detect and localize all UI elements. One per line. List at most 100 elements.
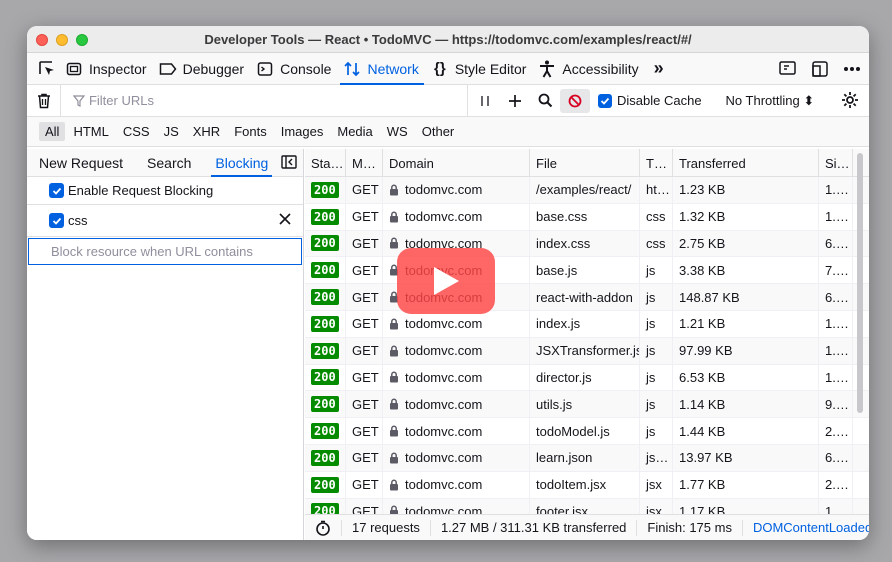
tab-debugger[interactable]: Debugger (156, 53, 254, 85)
file-cell: learn.json (530, 444, 640, 471)
throttling-select[interactable]: No Throttling ⬍ (726, 93, 815, 109)
checkbox-checked-icon[interactable] (49, 213, 64, 228)
enable-request-blocking-toggle[interactable]: Enable Request Blocking (27, 177, 303, 205)
responsive-design-icon (779, 61, 796, 75)
column-type[interactable]: T… (640, 149, 673, 177)
status-badge: 200 (311, 262, 339, 279)
transferred-cell: 3.38 KB (673, 257, 819, 284)
table-row[interactable]: 200 GET todomvc.com JSXTransformer.js js 97.9… (305, 337, 869, 365)
request-blocking-button[interactable] (560, 88, 590, 113)
search-button[interactable] (530, 89, 560, 113)
type-cell: ht… (640, 177, 673, 203)
type-filter-xhr[interactable]: XHR (187, 122, 226, 141)
type-filter-images[interactable]: Images (275, 122, 330, 141)
type-filter-other[interactable]: Other (416, 122, 461, 141)
type-filter-html[interactable]: HTML (67, 122, 114, 141)
tab-network[interactable]: Network (340, 53, 427, 85)
responsive-design-button[interactable] (777, 58, 799, 80)
filter-icon (73, 94, 85, 107)
type-filter-media[interactable]: Media (331, 122, 378, 141)
transferred-cell: 1.77 KB (673, 471, 819, 498)
column-status[interactable]: Sta… (305, 149, 346, 177)
size-cell: 2.… (819, 418, 853, 444)
tab-inspector[interactable]: Inspector (62, 53, 156, 85)
table-row[interactable]: 200 GET todomvc.com utils.js js 1.14 KB 9.… (305, 391, 869, 419)
network-settings-button[interactable] (841, 91, 859, 112)
tab-console[interactable]: Console (253, 53, 340, 85)
table-row[interactable]: 200GETtodomvc.combase.jsjs3.38 KB7.… (305, 257, 869, 285)
debugger-icon (159, 60, 177, 78)
domain-text: todomvc.com (405, 503, 483, 514)
remove-rule-button[interactable] (279, 213, 291, 228)
filter-urls-field[interactable] (61, 84, 468, 117)
element-picker-button[interactable] (34, 53, 60, 85)
table-row[interactable]: 200 GET todomvc.com todoItem.jsx jsx 1.77 KB 2… (305, 471, 869, 499)
type-filter-all[interactable]: All (39, 122, 66, 141)
request-blocking-panel: New Request Search Blocking Enable Reque… (27, 149, 304, 540)
table-row[interactable]: 200GETtodomvc.comreact-with-addonjs148.8… (305, 284, 869, 311)
column-file[interactable]: File (530, 149, 640, 177)
table-row[interactable]: 200 GET todomvc.com footer.jsx jsx 1.17 KB 1.… (305, 498, 869, 514)
type-filter-js[interactable]: JS (158, 122, 185, 141)
request-count: 17 requests (342, 519, 431, 536)
tab-new-request[interactable]: New Request (39, 149, 123, 177)
more-horizontal-icon (844, 67, 860, 71)
type-filter-fonts[interactable]: Fonts (228, 122, 273, 141)
table-row[interactable]: 200 GET todomvc.com index.css css 2.75 KB 6.… (305, 230, 869, 258)
collapse-panel-button[interactable] (281, 155, 297, 172)
table-row[interactable]: 200 GET todomvc.com/examples/react/ht… 1.23… (305, 177, 869, 204)
new-request-button[interactable] (500, 89, 530, 113)
column-domain[interactable]: Domain (383, 149, 530, 177)
lock-icon (389, 371, 399, 383)
disable-cache-label: Disable Cache (617, 93, 702, 108)
more-tools-button[interactable]: » (648, 53, 673, 85)
performance-button[interactable] (305, 519, 342, 536)
table-row[interactable]: 200 GET todomvc.com index.js js 1.21 KB 1.… (305, 310, 869, 338)
lock-icon (389, 425, 399, 437)
table-row[interactable]: 200 GET todomvc.com director.js js 6.53 KB 1.… (305, 364, 869, 392)
type-cell: jsx (640, 498, 673, 514)
domcontentloaded-time: DOMContentLoaded (752, 520, 869, 535)
file-cell: utils.js (530, 391, 640, 418)
table-row[interactable]: 200 GET todomvc.com todoModel.js js 1.44 KB 2.… (305, 418, 869, 445)
type-filter-css[interactable]: CSS (117, 122, 156, 141)
file-cell: /examples/react/ (530, 177, 640, 203)
type-filter-ws[interactable]: WS (381, 122, 414, 141)
tab-blocking[interactable]: Blocking (211, 149, 273, 177)
transferred-summary: 1.27 MB / 311.31 KB transferred (431, 519, 638, 536)
blocking-rule-label: css (68, 213, 88, 228)
status-badge: 200 (311, 396, 339, 413)
column-method[interactable]: M… (346, 149, 383, 177)
more-options-button[interactable] (841, 58, 863, 80)
tab-style-editor[interactable]: {} Style Editor (428, 53, 536, 85)
table-scrollbar[interactable] (857, 153, 863, 413)
filter-urls-input[interactable] (88, 93, 467, 108)
checkbox-checked-icon[interactable] (598, 93, 612, 108)
status-badge: 200 (311, 289, 339, 306)
table-row[interactable]: 200 GET todomvc.com learn.json js… 13.97 KB 6.… (305, 444, 869, 472)
inspector-icon (65, 60, 83, 78)
transferred-cell: 97.99 KB (673, 337, 819, 364)
network-filter-bar: Disable Cache No Throttling ⬍ (27, 84, 869, 117)
status-cell: 200 (305, 310, 346, 337)
pause-button[interactable] (470, 89, 500, 113)
transferred-cell: 2.75 KB (673, 230, 819, 257)
video-play-button[interactable] (397, 248, 495, 314)
dock-options-button[interactable] (809, 58, 831, 80)
column-transferred[interactable]: Transferred (673, 149, 819, 177)
checkbox-checked-icon[interactable] (49, 183, 64, 198)
block-url-input[interactable] (51, 244, 291, 259)
collapse-panel-icon (281, 155, 297, 169)
domain-text: todomvc.com (405, 423, 483, 439)
size-cell: 1.… (819, 310, 853, 337)
disable-cache-toggle[interactable]: Disable Cache (598, 93, 702, 108)
tab-search[interactable]: Search (147, 149, 191, 177)
tab-accessibility[interactable]: Accessibility (535, 53, 647, 85)
clear-requests-button[interactable] (27, 84, 61, 117)
method-cell: GET (346, 203, 383, 230)
block-url-field[interactable] (28, 238, 302, 265)
devtools-toolbar: Inspector Debugger Console Network {} St… (27, 53, 869, 85)
table-row[interactable]: 200 GET todomvc.com base.css css 1.32 KB 1.… (305, 203, 869, 231)
requests-table-header: Sta… M… Domain File T… Transferred Si… (305, 149, 869, 177)
column-size[interactable]: Si… (819, 149, 853, 177)
